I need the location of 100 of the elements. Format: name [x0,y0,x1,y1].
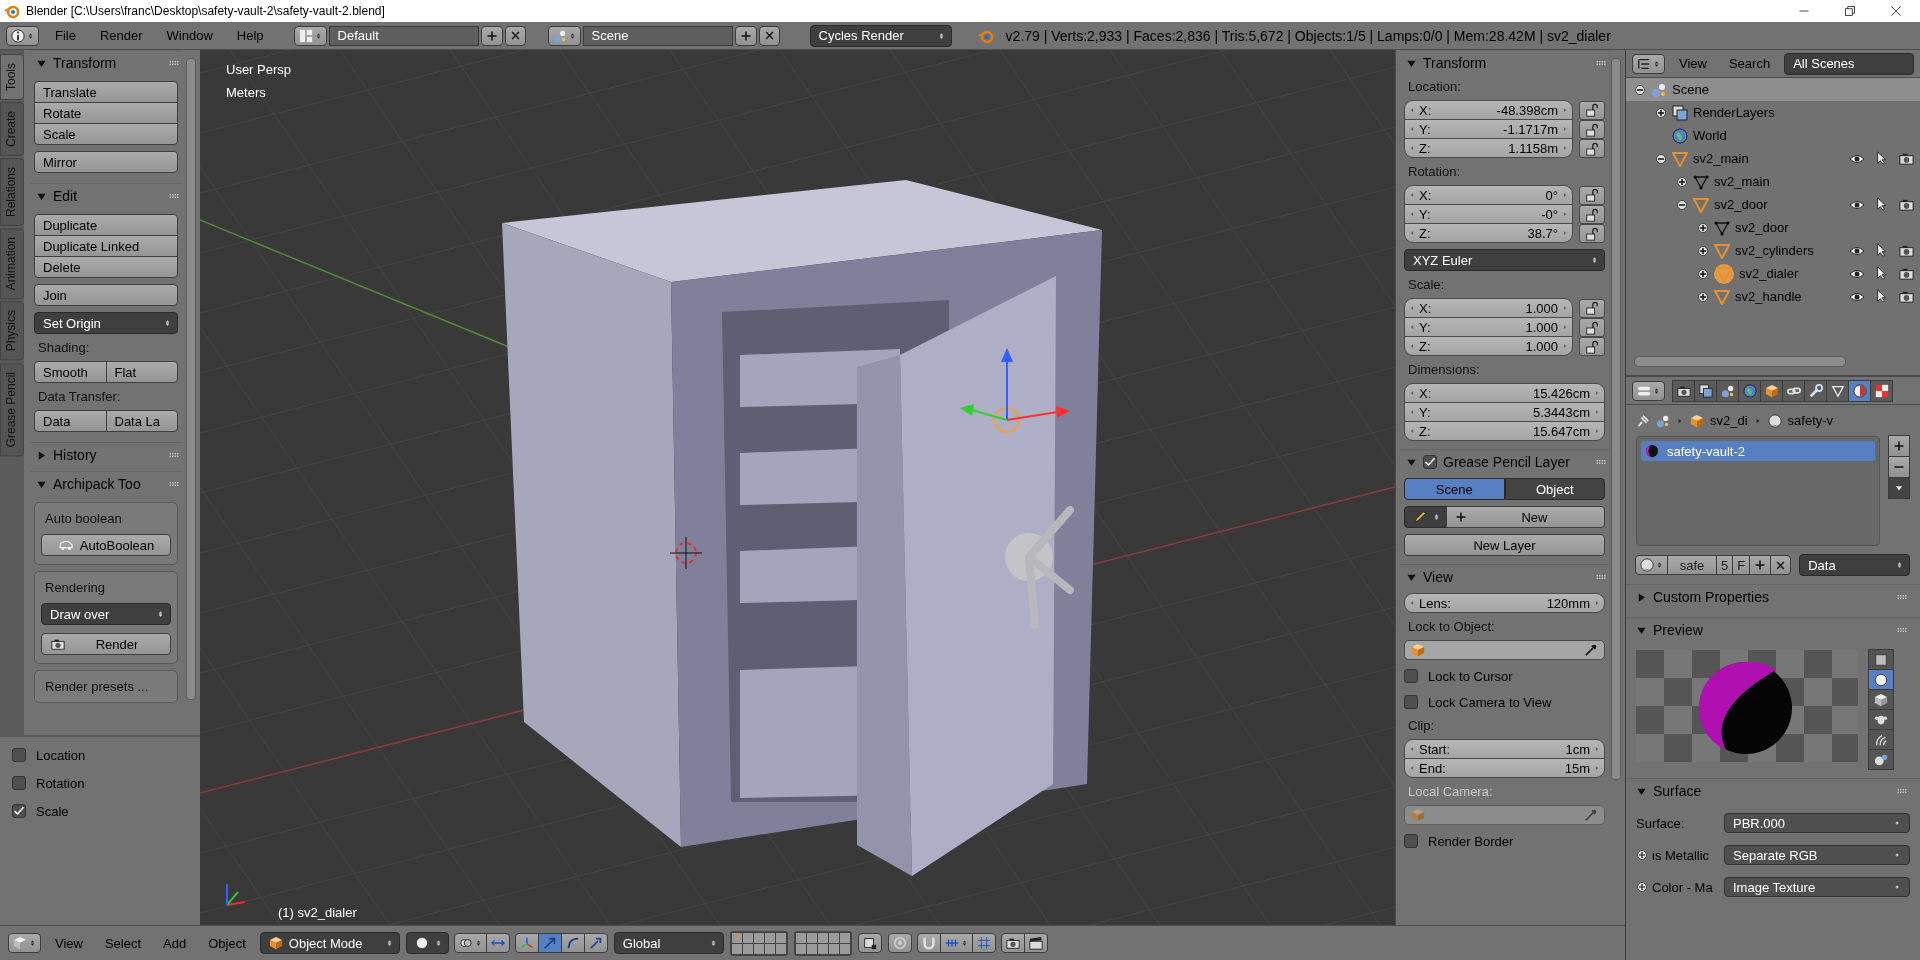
pointer-icon[interactable] [1875,196,1889,211]
plus-circle-icon[interactable] [1697,267,1709,280]
checkbox[interactable] [1423,455,1437,469]
pin-icon[interactable] [1636,413,1650,428]
plus-circle-icon[interactable] [1697,290,1709,303]
tool-button[interactable]: Mirror [34,151,178,173]
sidebar-tab[interactable]: Tools [0,54,24,100]
screen-layout-field[interactable]: Default [328,25,479,46]
tool-button[interactable]: Rotate [34,102,178,124]
minus-circle-icon[interactable] [1655,152,1667,165]
checkbox[interactable] [1404,669,1418,683]
menu-item[interactable]: File [47,28,84,43]
pointer-icon[interactable] [1875,265,1889,280]
minus-circle-icon[interactable] [1634,83,1646,96]
layer-button[interactable] [795,943,806,954]
snap-element-dropdown[interactable] [939,933,973,953]
display-mode-dropdown[interactable]: All Scenes [1784,52,1914,75]
slot-menu-button[interactable] [1888,477,1910,499]
new-layer-button[interactable]: New Layer [1404,534,1605,556]
lock-toggle[interactable] [1579,120,1605,139]
number-field[interactable]: Z: 15.647cm [1404,421,1605,441]
layer-button[interactable] [775,943,786,954]
layer-button[interactable] [742,943,753,954]
segment-tab[interactable]: Scene [1404,478,1505,500]
number-field[interactable]: Z: 1.000 [1404,336,1573,356]
snap-toggle[interactable] [916,933,941,953]
remove-slot-button[interactable] [1888,456,1910,478]
menu-item[interactable]: View [47,935,91,951]
plus-circle-icon[interactable] [1697,221,1709,234]
properties-tab[interactable] [1694,379,1717,402]
number-field[interactable]: X: 1.000 [1404,298,1573,318]
add-button[interactable] [734,25,757,46]
lock-toggle[interactable] [1579,224,1605,243]
lock-toggle[interactable] [1579,337,1605,356]
manipulator-button[interactable] [583,933,608,953]
3d-viewport[interactable]: User Persp Meters (1) sv2_dialer [200,50,1395,925]
lock-toggle[interactable] [1579,100,1605,120]
properties-tab[interactable] [1716,379,1739,402]
segment-tab[interactable]: Object [1504,478,1605,500]
tool-button[interactable]: Join [34,284,178,306]
render-animation-button[interactable] [1023,933,1048,953]
scrollbar[interactable] [1611,58,1621,780]
menu-item[interactable]: Add [155,935,195,951]
editor-type-button[interactable] [8,933,41,953]
layer-button[interactable] [753,932,764,943]
outliner-item[interactable]: sv2_cylinders [1626,239,1920,262]
layer-button[interactable] [764,932,775,943]
layer-button[interactable] [731,932,742,943]
menu-item[interactable]: Help [228,28,272,43]
tool-button[interactable]: Data La [105,410,178,432]
layer-button[interactable] [806,932,817,943]
layer-button[interactable] [839,932,850,943]
panel-header[interactable]: Archipack Too [30,471,182,496]
panel-header[interactable]: Edit [30,183,182,208]
preview-shape-button[interactable] [1868,729,1894,750]
panel-header[interactable]: History [30,442,182,467]
pencil-dropdown[interactable] [1404,506,1447,528]
properties-tab[interactable] [1848,379,1871,402]
socket-icon[interactable] [1636,881,1648,893]
object-field[interactable] [1404,640,1605,660]
number-field[interactable]: Start: 1cm [1404,739,1605,759]
pointer-icon[interactable] [1875,242,1889,257]
layer-button[interactable] [817,932,828,943]
unlink-button[interactable] [1770,555,1792,575]
pivot-dropdown[interactable] [453,933,487,953]
pointer-icon[interactable] [1875,288,1889,303]
checkbox[interactable] [1404,695,1418,709]
socket-icon[interactable] [1636,849,1648,861]
render-button[interactable]: Render [41,633,171,655]
menu-item[interactable]: View [1671,56,1715,71]
preview-shape-button[interactable] [1868,669,1894,690]
layer-button[interactable] [753,943,764,954]
delete-button[interactable] [758,25,780,46]
lock-toggle[interactable] [1579,185,1605,205]
snap-target-button[interactable] [971,933,996,953]
number-field[interactable]: Y: -0° [1404,204,1573,224]
preview-shape-button[interactable] [1868,689,1894,710]
number-field[interactable]: Y: -1.1717m [1404,119,1573,139]
outliner-item[interactable]: Scene [1626,78,1920,101]
editor-type-button[interactable] [1632,53,1665,74]
layer-button[interactable] [806,943,817,954]
number-field[interactable]: Y: 1.000 [1404,317,1573,337]
plus-circle-icon[interactable] [1676,175,1688,188]
number-field[interactable]: Lens: 120mm [1404,593,1605,613]
tool-button[interactable]: Duplicate [34,214,178,236]
orientation-dropdown[interactable]: Global [613,932,724,954]
properties-tab[interactable] [1826,379,1849,402]
preview-shape-button[interactable] [1868,649,1894,670]
scrollbar[interactable] [1634,356,1846,367]
screen-layout-button[interactable] [293,25,327,46]
node-link-field[interactable]: PBR.000 [1724,813,1910,833]
outliner-item[interactable]: sv2_door [1626,216,1920,239]
scene-field[interactable]: Scene [582,25,733,46]
number-field[interactable]: Y: 5.3443cm [1404,402,1605,422]
tool-button[interactable]: Translate [34,81,178,103]
material-slot[interactable]: safety-vault-2 [1641,441,1875,461]
number-field[interactable]: X: -48.398cm [1404,100,1573,120]
layer-button[interactable] [839,943,850,954]
editor-type-button[interactable] [1632,380,1665,401]
lock-camera-button[interactable] [857,933,882,953]
